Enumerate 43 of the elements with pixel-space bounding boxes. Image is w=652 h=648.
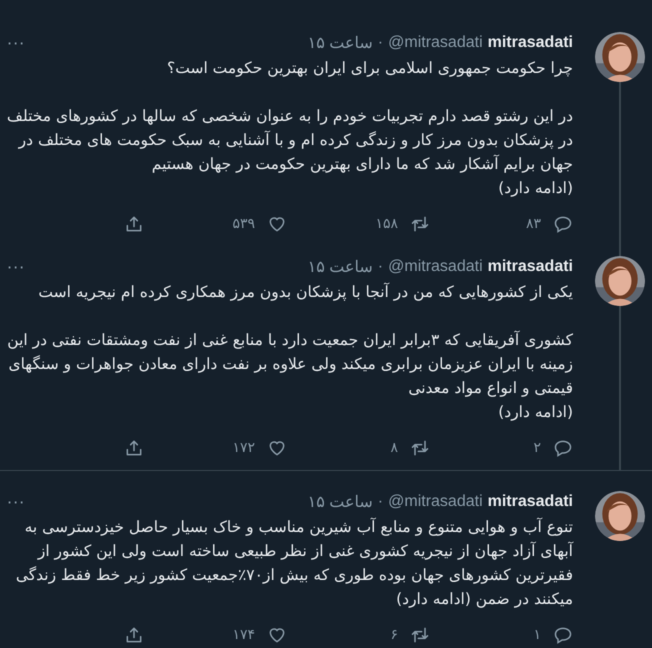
separator-dot: · [378, 258, 384, 276]
retweet-icon[interactable] [410, 438, 430, 458]
heart-icon[interactable] [267, 438, 287, 458]
share-icon[interactable] [124, 214, 144, 234]
tweet-text: (ادامه دارد) [497, 178, 573, 199]
retweet-count: ۸ [390, 440, 398, 456]
retweet-count: ۱۵۸ [375, 216, 398, 232]
reply-count: ۲ [533, 440, 541, 456]
like-count: ۵۳۹ [232, 216, 255, 232]
tweet-text: در این رشتو قصد دارم تجربیات خودم را به عنوان شخصی که سالها در کشورهای مختلف در پزشکان بدون مرز کار و زندگی کرده ام و با آشنایی به سبک حکومت های مختلف در جهان برایم آشکار شد که ما دارای بهترین حکومت در جهان هستیم [6, 106, 573, 175]
user-handle: @mitrasadati [388, 34, 483, 52]
reply-icon[interactable] [553, 438, 573, 458]
more-menu-button[interactable]: ··· [1, 492, 32, 512]
tweet-text: چرا حکومت جمهوری اسلامی برای ایران بهترین حکومت است؟ [166, 58, 573, 79]
share-icon[interactable] [124, 438, 144, 458]
heart-icon[interactable] [267, 625, 287, 645]
user-name[interactable]: mitrasadati [488, 34, 573, 52]
user-name[interactable]: mitrasadati [488, 258, 573, 276]
share-icon[interactable] [124, 625, 144, 645]
timestamp[interactable]: ۱۵ ساعت [308, 492, 373, 512]
retweet-count: ۶ [390, 627, 398, 643]
more-menu-button[interactable]: ··· [1, 34, 32, 52]
tweet-text: کشوری آفریقایی که ۳برابر ایران جمعیت دارد با منابع غنی از نفت ومشتقات نفتی در این زمینه با ایران عزیزمان برابری میکند ولی علاوه بر نفت دارای معادن جواهرات و سنگهای قیمتی و انواع مواد معدنی [6, 330, 573, 399]
tweet-text: تنوع آب و هوایی متنوع و منابع آب شیرین مناسب و خاک بسیار حاصل خیزدسترسی به آبهای آزاد جهان از نیجریه کشوری غنی از نظر طبیعی ساخته است ولی این کشور از فقیرترین کشورهای جهان بوده طوری که بیش از۷۰٪جمعیت کشور زیر خط فقط زندگی میکنند در ضمن (ادامه دارد) [14, 516, 573, 610]
reply-icon[interactable] [553, 214, 573, 234]
user-handle: @mitrasadati [388, 493, 483, 511]
tweet-text: (ادامه دارد) [497, 402, 573, 423]
user-handle: @mitrasadati [388, 258, 483, 276]
tweet-text: یکی از کشورهایی که من در آنجا با پزشکان بدون مرز همکاری کرده ام نیجریه است [37, 282, 573, 303]
like-count: ۱۷۲ [232, 440, 255, 456]
more-menu-button[interactable]: ··· [1, 258, 32, 276]
separator-dot: · [378, 493, 384, 511]
like-count: ۱۷۴ [232, 627, 255, 643]
retweet-icon[interactable] [410, 214, 430, 234]
timestamp[interactable]: ۱۵ ساعت [308, 257, 373, 277]
reply-count: ۱ [533, 627, 541, 643]
reply-count: ۸۳ [526, 216, 541, 232]
separator-dot: · [378, 34, 384, 52]
user-name[interactable]: mitrasadati [488, 493, 573, 511]
heart-icon[interactable] [267, 214, 287, 234]
retweet-icon[interactable] [410, 625, 430, 645]
reply-icon[interactable] [553, 625, 573, 645]
timestamp[interactable]: ۱۵ ساعت [308, 33, 373, 53]
